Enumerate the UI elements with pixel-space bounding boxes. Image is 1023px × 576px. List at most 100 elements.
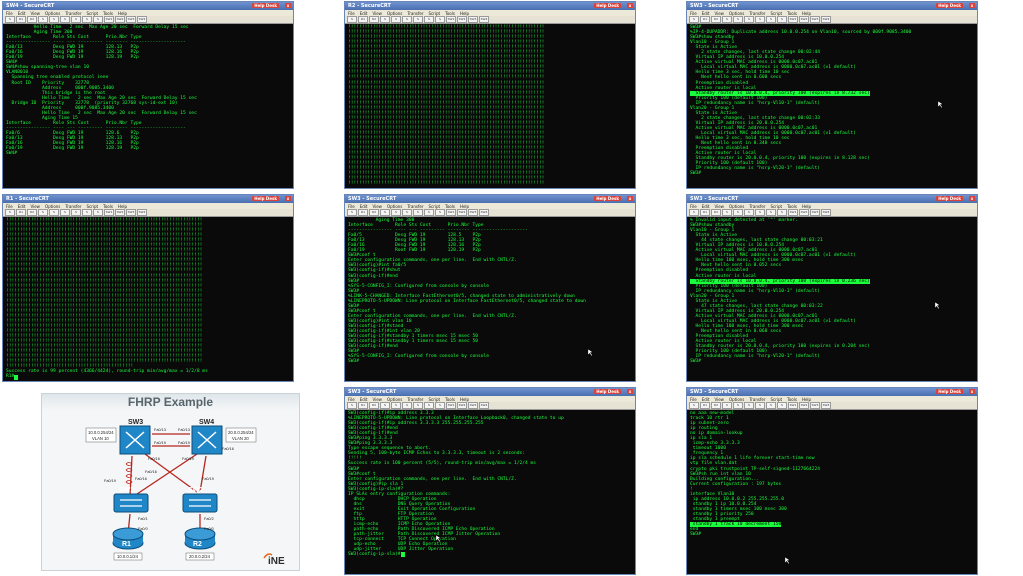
menu-item-view[interactable]: View	[372, 204, 382, 209]
close-icon[interactable]: x	[627, 196, 633, 201]
window-titlebar[interactable]: SW4 - SecureCRT Help Desk x	[3, 2, 293, 10]
window-titlebar[interactable]: R2 - SecureCRT Help Desk x	[345, 2, 635, 10]
menu-item-help[interactable]: Help	[802, 397, 811, 402]
toolbar-session-tab[interactable]: S	[347, 402, 357, 409]
toolbar-session-tab[interactable]: SW3	[126, 16, 136, 23]
toolbar-session-tab[interactable]: S	[689, 209, 699, 216]
toolbar-session-tab[interactable]: S	[424, 209, 434, 216]
menu-item-script[interactable]: Script	[770, 204, 782, 209]
toolbar-session-tab[interactable]: S	[49, 16, 59, 23]
menu-item-options[interactable]: Options	[729, 11, 744, 16]
menu-item-help[interactable]: Help	[118, 204, 127, 209]
toolbar-session-tab[interactable]: S	[82, 209, 92, 216]
toolbar-session-tab[interactable]: S	[413, 209, 423, 216]
toolbar-session-tab[interactable]: S	[380, 402, 390, 409]
menu-item-options[interactable]: Options	[45, 11, 60, 16]
window-titlebar[interactable]: R1 - SecureCRT Help Desk x	[3, 195, 293, 203]
window-titlebar[interactable]: SW3 - SecureCRT Help Desk x	[687, 388, 977, 396]
toolbar-session-tab[interactable]: S	[391, 209, 401, 216]
menu-item-tools[interactable]: Tools	[103, 11, 113, 16]
toolbar-session-tab[interactable]: SW2	[799, 16, 809, 23]
menu-item-options[interactable]: Options	[45, 204, 60, 209]
toolbar-session-tab[interactable]: S	[380, 209, 390, 216]
toolbar-session-tab[interactable]: S	[755, 209, 765, 216]
toolbar-session-tab[interactable]: SW2	[457, 402, 467, 409]
securecrt-window[interactable]: SW3 - SecureCRT Help Desk x File Edit View…	[686, 1, 978, 189]
title-badge[interactable]: Help Desk	[252, 196, 279, 201]
menu-item-file[interactable]: File	[348, 11, 355, 16]
menu-item-script[interactable]: Script	[86, 204, 98, 209]
window-titlebar[interactable]: SW3 - SecureCRT Help Desk x	[345, 195, 635, 203]
menu-item-help[interactable]: Help	[460, 11, 469, 16]
menu-item-transfer[interactable]: Transfer	[749, 204, 765, 209]
toolbar-session-tab[interactable]: S	[777, 209, 787, 216]
toolbar-session-tab[interactable]: S	[402, 402, 412, 409]
menu-item-help[interactable]: Help	[460, 397, 469, 402]
menu-item-view[interactable]: View	[372, 397, 382, 402]
toolbar-session-tab[interactable]: SW1	[446, 16, 456, 23]
toolbar-session-tab[interactable]: SW3	[810, 16, 820, 23]
window-titlebar[interactable]: SW3 - SecureCRT Help Desk x	[345, 388, 635, 396]
close-icon[interactable]: x	[285, 196, 291, 201]
menu-item-file[interactable]: File	[690, 397, 697, 402]
toolbar-session-tab[interactable]: R2	[711, 402, 721, 409]
menu-item-edit[interactable]: Edit	[702, 11, 710, 16]
menu-item-transfer[interactable]: Transfer	[407, 11, 423, 16]
toolbar-session-tab[interactable]: SW2	[799, 209, 809, 216]
toolbar-session-tab[interactable]: S	[777, 402, 787, 409]
title-badge[interactable]: Help Desk	[252, 3, 279, 8]
securecrt-window[interactable]: SW3 - SecureCRT Help Desk x File Edit View…	[344, 387, 636, 575]
toolbar-session-tab[interactable]: S	[744, 402, 754, 409]
toolbar-session-tab[interactable]: SW1	[446, 209, 456, 216]
toolbar-session-tab[interactable]: S	[71, 16, 81, 23]
close-icon[interactable]: x	[285, 3, 291, 8]
toolbar-session-tab[interactable]: S	[766, 16, 776, 23]
toolbar-session-tab[interactable]: S	[733, 402, 743, 409]
toolbar-session-tab[interactable]: SW1	[788, 209, 798, 216]
menu-item-tools[interactable]: Tools	[445, 397, 455, 402]
menu-item-edit[interactable]: Edit	[18, 11, 26, 16]
toolbar-session-tab[interactable]: SW4	[137, 209, 147, 216]
menu-item-edit[interactable]: Edit	[360, 204, 368, 209]
toolbar-session-tab[interactable]: S	[5, 209, 15, 216]
toolbar-session-tab[interactable]: S	[435, 16, 445, 23]
menu-item-transfer[interactable]: Transfer	[749, 397, 765, 402]
toolbar-session-tab[interactable]: SW2	[457, 209, 467, 216]
menu-item-view[interactable]: View	[30, 204, 40, 209]
menu-item-file[interactable]: File	[6, 11, 13, 16]
menu-item-view[interactable]: View	[714, 397, 724, 402]
terminal-output[interactable]: !!!!!!!!!!!!!!!!!!!!!!!!!!!!!!!!!!!!!!!!…	[3, 217, 293, 381]
menu-item-script[interactable]: Script	[770, 397, 782, 402]
toolbar-session-tab[interactable]: S	[38, 16, 48, 23]
toolbar-session-tab[interactable]: SW2	[799, 402, 809, 409]
menu-item-script[interactable]: Script	[428, 11, 440, 16]
toolbar-session-tab[interactable]: S	[744, 209, 754, 216]
toolbar-session-tab[interactable]: S	[744, 16, 754, 23]
menu-item-transfer[interactable]: Transfer	[407, 397, 423, 402]
menu-item-options[interactable]: Options	[729, 397, 744, 402]
menu-item-view[interactable]: View	[372, 11, 382, 16]
menu-item-tools[interactable]: Tools	[103, 204, 113, 209]
menu-item-file[interactable]: File	[690, 204, 697, 209]
toolbar-session-tab[interactable]: S	[93, 209, 103, 216]
toolbar-session-tab[interactable]: S	[424, 16, 434, 23]
toolbar-session-tab[interactable]: SW4	[821, 402, 831, 409]
toolbar-session-tab[interactable]: R2	[369, 402, 379, 409]
menu-item-script[interactable]: Script	[770, 11, 782, 16]
toolbar-session-tab[interactable]: S	[435, 209, 445, 216]
toolbar-session-tab[interactable]: S	[82, 16, 92, 23]
menu-item-script[interactable]: Script	[428, 204, 440, 209]
toolbar-session-tab[interactable]: SW3	[126, 209, 136, 216]
toolbar-session-tab[interactable]: S	[60, 16, 70, 23]
toolbar-session-tab[interactable]: R1	[358, 209, 368, 216]
toolbar-session-tab[interactable]: R1	[358, 402, 368, 409]
toolbar-session-tab[interactable]: SW4	[821, 16, 831, 23]
title-badge[interactable]: Help Desk	[594, 196, 621, 201]
toolbar-session-tab[interactable]: S	[5, 16, 15, 23]
toolbar-session-tab[interactable]: R2	[369, 209, 379, 216]
menu-item-transfer[interactable]: Transfer	[65, 11, 81, 16]
menu-item-file[interactable]: File	[6, 204, 13, 209]
toolbar-session-tab[interactable]: S	[49, 209, 59, 216]
toolbar-session-tab[interactable]: S	[60, 209, 70, 216]
toolbar-session-tab[interactable]: S	[347, 209, 357, 216]
